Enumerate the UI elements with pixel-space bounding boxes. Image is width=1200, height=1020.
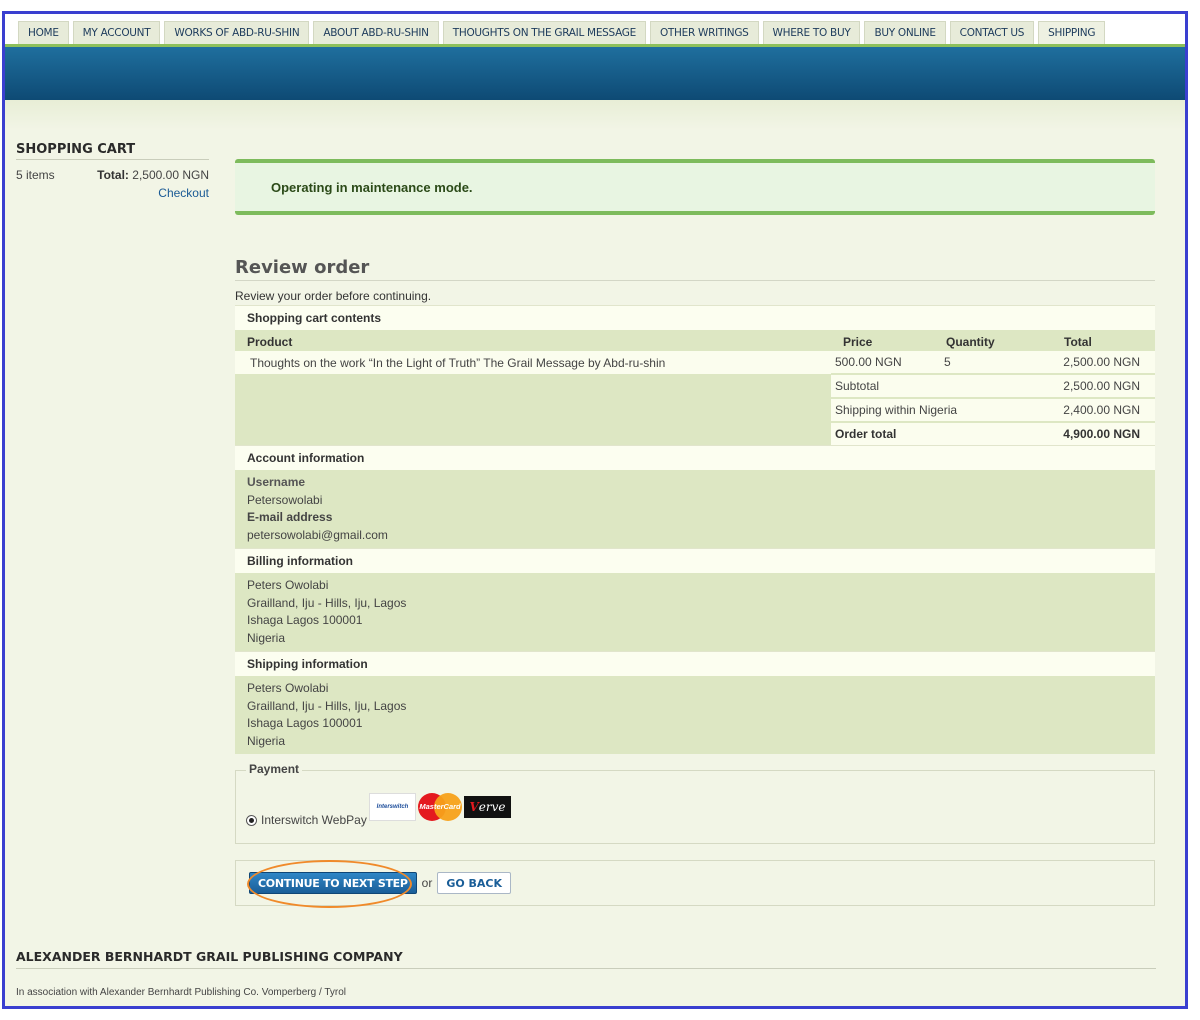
verve-logo-rest: erve — [478, 800, 506, 814]
payment-legend: Payment — [246, 762, 303, 776]
item-total: 2,500.00 NGN — [1052, 351, 1155, 374]
cart-contents-header: Shopping cart contents — [235, 305, 1155, 330]
sidebar-cart-total: Total: 2,500.00 NGN — [97, 168, 209, 182]
billing-street: Grailland, Iju - Hills, Iju, Lagos — [247, 595, 407, 610]
sidebar-cart-summary: 5 items Total: 2,500.00 NGN — [16, 168, 209, 182]
payment-logos: Interswitch MasterCard Verve — [369, 793, 511, 821]
sidebar-total-label: Total: — [97, 168, 129, 182]
actions-bar: CONTINUE TO NEXT STEP or GO BACK — [235, 860, 1155, 908]
order-total-value: 4,900.00 NGN — [1052, 421, 1155, 445]
order-total-row: Order total 4,900.00 NGN — [235, 421, 1155, 445]
billing-info-body: Peters Owolabi Grailland, Iju - Hills, I… — [235, 573, 1155, 651]
mastercard-logo: MasterCard — [416, 793, 464, 821]
banner-shade — [5, 100, 1185, 130]
item-quantity: 5 — [934, 351, 1052, 374]
payment-option-label: Interswitch WebPay — [261, 813, 367, 827]
sidebar-cart-title: SHOPPING CART — [16, 142, 209, 160]
subtotal-row: Subtotal 2,500.00 NGN — [235, 373, 1155, 398]
order-total-label: Order total — [831, 421, 1052, 445]
sidebar-cart-block: SHOPPING CART 5 items Total: 2,500.00 NG… — [16, 142, 209, 200]
sidebar-checkout-link[interactable]: Checkout — [16, 186, 209, 200]
page-title: Review order — [235, 257, 1155, 281]
radio-selected-icon[interactable] — [246, 814, 257, 826]
mastercard-logo-text: MasterCard — [419, 802, 461, 811]
col-total: Total — [1064, 335, 1092, 349]
sidebar-cart-items: 5 items — [16, 168, 55, 182]
verve-logo-prefix: V — [469, 800, 479, 814]
main-content: Operating in maintenance mode. Review or… — [235, 159, 1155, 908]
username-label: Username — [247, 475, 306, 489]
go-back-button[interactable]: GO BACK — [437, 872, 512, 894]
footer-company: ALEXANDER BERNHARDT GRAIL PUBLISHING COM… — [16, 949, 1156, 969]
shipping-value: 2,400.00 NGN — [1052, 397, 1155, 422]
account-info-header: Account information — [235, 445, 1155, 470]
col-product: Product — [247, 335, 293, 349]
payment-option-interswitch[interactable]: Interswitch WebPay — [246, 813, 367, 827]
page-frame: HOME MY ACCOUNT WORKS OF ABD-RU-SHIN ABO… — [2, 11, 1188, 1009]
col-quantity: Quantity — [946, 335, 995, 349]
email-label: E-mail address — [247, 510, 333, 524]
interswitch-logo: Interswitch — [369, 793, 416, 821]
shipping-row: Shipping within Nigeria 2,400.00 NGN — [235, 397, 1155, 422]
nav-about[interactable]: ABOUT ABD-RU-SHIN — [313, 21, 439, 44]
shipping-country: Nigeria — [247, 733, 286, 748]
shipping-name: Peters Owolabi — [247, 681, 329, 695]
subtotal-label: Subtotal — [831, 373, 1052, 398]
verve-logo: Verve — [464, 796, 511, 818]
interswitch-logo-text: Interswitch — [376, 804, 409, 810]
shipping-street: Grailland, Iju - Hills, Iju, Lagos — [247, 698, 407, 713]
continue-button[interactable]: CONTINUE TO NEXT STEP — [249, 872, 417, 894]
billing-city: Ishaga Lagos 100001 — [247, 613, 363, 627]
nav-thoughts[interactable]: THOUGHTS ON THE GRAIL MESSAGE — [442, 21, 646, 44]
subtotal-value: 2,500.00 NGN — [1052, 373, 1155, 398]
footer-note: In association with Alexander Bernhardt … — [16, 987, 346, 998]
shipping-info-header: Shipping information — [235, 651, 1155, 676]
header-banner — [5, 47, 1185, 100]
payment-fieldset: Payment Interswitch MasterCard Verve Int… — [235, 762, 1155, 844]
or-separator: or — [421, 876, 433, 890]
nav-home[interactable]: HOME — [18, 21, 69, 44]
page-subtitle: Review your order before continuing. — [235, 289, 432, 303]
cart-table: Product Price Quantity Total Thoughts on… — [235, 330, 1155, 445]
nav-shipping[interactable]: SHIPPING — [1038, 21, 1106, 44]
maintenance-status-message: Operating in maintenance mode. — [235, 159, 1155, 215]
cart-item-row: Thoughts on the work “In the Light of Tr… — [235, 351, 1155, 374]
username-value: Petersowolabi — [247, 492, 323, 507]
nav-other-writings[interactable]: OTHER WRITINGS — [649, 21, 759, 44]
nav-contact-us[interactable]: CONTACT US — [949, 21, 1035, 44]
col-price: Price — [843, 335, 873, 349]
billing-country: Nigeria — [247, 630, 286, 645]
nav-buy-online[interactable]: BUY ONLINE — [864, 21, 946, 44]
nav-works[interactable]: WORKS OF ABD-RU-SHIN — [164, 21, 310, 44]
email-value: petersowolabi@gmail.com — [247, 527, 388, 542]
shipping-label: Shipping within Nigeria — [831, 397, 1052, 422]
billing-info-header: Billing information — [235, 548, 1155, 573]
sidebar-total-value: 2,500.00 NGN — [132, 168, 209, 182]
footer: ALEXANDER BERNHARDT GRAIL PUBLISHING COM… — [16, 949, 1156, 998]
shipping-city: Ishaga Lagos 100001 — [247, 716, 363, 730]
top-navigation: HOME MY ACCOUNT WORKS OF ABD-RU-SHIN ABO… — [5, 14, 1185, 47]
item-product: Thoughts on the work “In the Light of Tr… — [235, 351, 831, 374]
account-info-body: Username Petersowolabi E-mail address pe… — [235, 470, 1155, 548]
nav-where-to-buy[interactable]: WHERE TO BUY — [762, 21, 861, 44]
billing-name: Peters Owolabi — [247, 578, 329, 592]
item-price: 500.00 NGN — [831, 351, 934, 374]
shipping-info-body: Peters Owolabi Grailland, Iju - Hills, I… — [235, 676, 1155, 754]
nav-my-account[interactable]: MY ACCOUNT — [72, 21, 161, 44]
